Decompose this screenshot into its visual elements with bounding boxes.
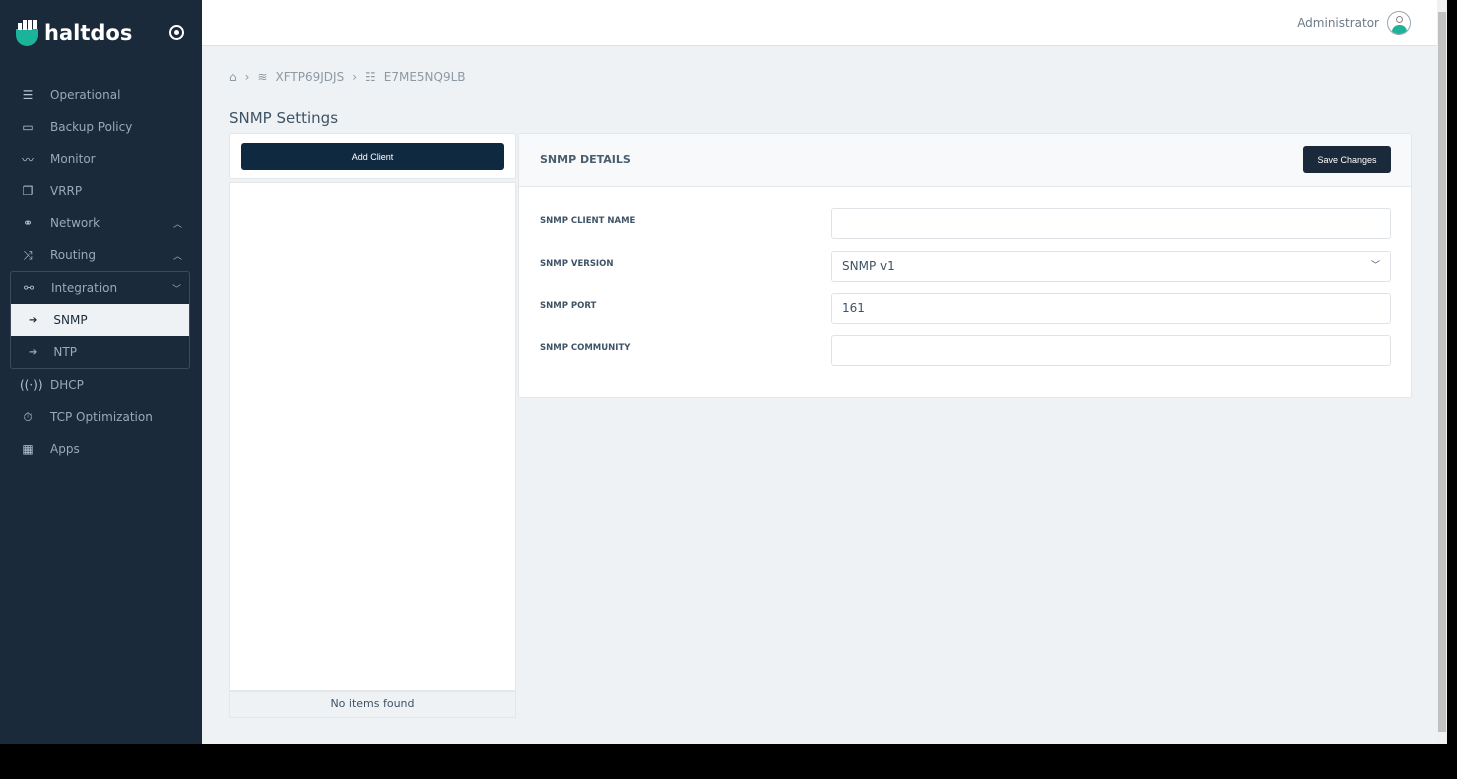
brand-name: haltdos <box>44 21 133 45</box>
label: DHCP <box>50 378 84 392</box>
snmp-client-name-input[interactable] <box>831 208 1391 239</box>
chevron-down-icon: ﹀ <box>1370 261 1380 271</box>
label: SNMP <box>53 313 88 327</box>
scrollbar-thumb[interactable] <box>1438 12 1446 732</box>
breadcrumb: ⌂ › ≋ XFTP69JDJS › ☷ E7ME5NQ9LB <box>229 70 466 84</box>
logo-icon <box>16 20 38 46</box>
sidebar: haltdos ☰ Operational ▭ Backup Policy 〰 Mon… <box>0 0 202 744</box>
sidebar-item-apps[interactable]: ▦ Apps <box>10 433 190 465</box>
empty-message: No items found <box>229 691 516 718</box>
sidebar-subitem-snmp[interactable]: ➔ SNMP <box>11 304 189 336</box>
client-list <box>229 182 516 691</box>
selected-value: SNMP v1 <box>842 259 895 273</box>
sidebar-item-dhcp[interactable]: ((·)) DHCP <box>10 369 190 401</box>
user-name: Administrator <box>1297 16 1379 30</box>
chevron-up-icon: ︿ <box>172 219 182 230</box>
chevron-down-icon: ﹀ <box>171 284 181 295</box>
save-changes-button[interactable]: Save Changes <box>1303 146 1391 173</box>
network-icon: ⚭ <box>22 216 34 230</box>
card-header: SNMP DETAILS Save Changes <box>519 134 1411 187</box>
sidebar-subitem-ntp[interactable]: ➔ NTP <box>11 336 189 368</box>
sidebar-item-integration[interactable]: ⚯ Integration ﹀ <box>11 272 189 304</box>
label: Routing <box>50 248 97 262</box>
breadcrumb-item[interactable]: XFTP69JDJS <box>276 70 345 84</box>
sidebar-item-tcp-optimization[interactable]: ⏱ TCP Optimization <box>10 401 190 433</box>
hard-drive-icon: ▭ <box>22 120 34 134</box>
sidebar-item-network[interactable]: ⚭ Network ︿ <box>10 207 190 239</box>
avatar[interactable] <box>1387 11 1411 35</box>
broadcast-icon: ((·)) <box>20 378 43 392</box>
chevron-right-icon: › <box>352 70 357 84</box>
snmp-community-input[interactable] <box>831 335 1391 366</box>
sliders-icon: ☰ <box>22 88 34 102</box>
field-label: SNMP CLIENT NAME <box>540 216 636 226</box>
label: Backup Policy <box>50 120 133 134</box>
sidebar-item-operational[interactable]: ☰ Operational <box>10 79 190 111</box>
settings-icon[interactable] <box>169 25 184 40</box>
label: TCP Optimization <box>50 410 153 424</box>
breadcrumb-item[interactable]: E7ME5NQ9LB <box>384 70 466 84</box>
label: VRRP <box>50 184 83 198</box>
label: NTP <box>53 345 77 359</box>
activity-icon: 〰 <box>21 152 34 167</box>
link-icon: ⚯ <box>23 281 35 295</box>
stopwatch-icon: ⏱ <box>23 409 33 424</box>
snmp-version-select[interactable]: SNMP v1 ﹀ <box>831 251 1391 282</box>
label: Operational <box>50 88 121 102</box>
sidebar-item-backup-policy[interactable]: ▭ Backup Policy <box>10 111 190 143</box>
shuffle-icon: ⤨ <box>23 247 33 262</box>
logo[interactable]: haltdos <box>16 20 132 46</box>
layers-icon: ≋ <box>257 70 268 84</box>
chevron-up-icon: ︿ <box>172 251 182 262</box>
field-label: SNMP PORT <box>540 301 597 311</box>
card-title: SNMP DETAILS <box>540 153 631 166</box>
add-client-button[interactable]: Add Client <box>241 143 504 170</box>
grid-icon: ▦ <box>22 442 34 456</box>
top-bar: Administrator <box>202 0 1437 46</box>
page-title: SNMP Settings <box>229 109 339 127</box>
app: haltdos ☰ Operational ▭ Backup Policy 〰 Mon… <box>0 0 1437 744</box>
snmp-port-input[interactable]: 161 <box>831 293 1391 324</box>
server-icon: ☷ <box>365 70 376 84</box>
chevron-right-icon: › <box>244 70 250 84</box>
home-icon[interactable]: ⌂ <box>229 70 237 84</box>
copy-icon: ❐ <box>22 184 34 198</box>
arrow-right-icon: ➔ <box>29 314 38 326</box>
sidebar-item-routing[interactable]: ⤨ Routing ︿ <box>10 239 190 271</box>
snmp-details-card: SNMP DETAILS Save Changes SNMP CLIENT NA… <box>518 133 1412 398</box>
label: Monitor <box>50 152 96 166</box>
scrollbar[interactable] <box>1437 0 1447 744</box>
label: Network <box>50 216 101 230</box>
arrow-right-icon: ➔ <box>29 346 38 358</box>
label: Apps <box>50 442 80 456</box>
sidebar-item-monitor[interactable]: 〰 Monitor <box>10 143 190 175</box>
sidebar-nav: ☰ Operational ▭ Backup Policy 〰 Monitor ❐ VR… <box>10 79 190 465</box>
field-label: SNMP COMMUNITY <box>540 343 631 353</box>
integration-group: ⚯ Integration ﹀ ➔ SNMP ➔ NTP <box>10 271 190 369</box>
client-toolbar: Add Client <box>229 133 516 179</box>
sidebar-item-vrrp[interactable]: ❐ VRRP <box>10 175 190 207</box>
label: Integration <box>51 281 118 295</box>
field-label: SNMP VERSION <box>540 259 614 269</box>
user-menu[interactable]: Administrator <box>1297 11 1411 35</box>
